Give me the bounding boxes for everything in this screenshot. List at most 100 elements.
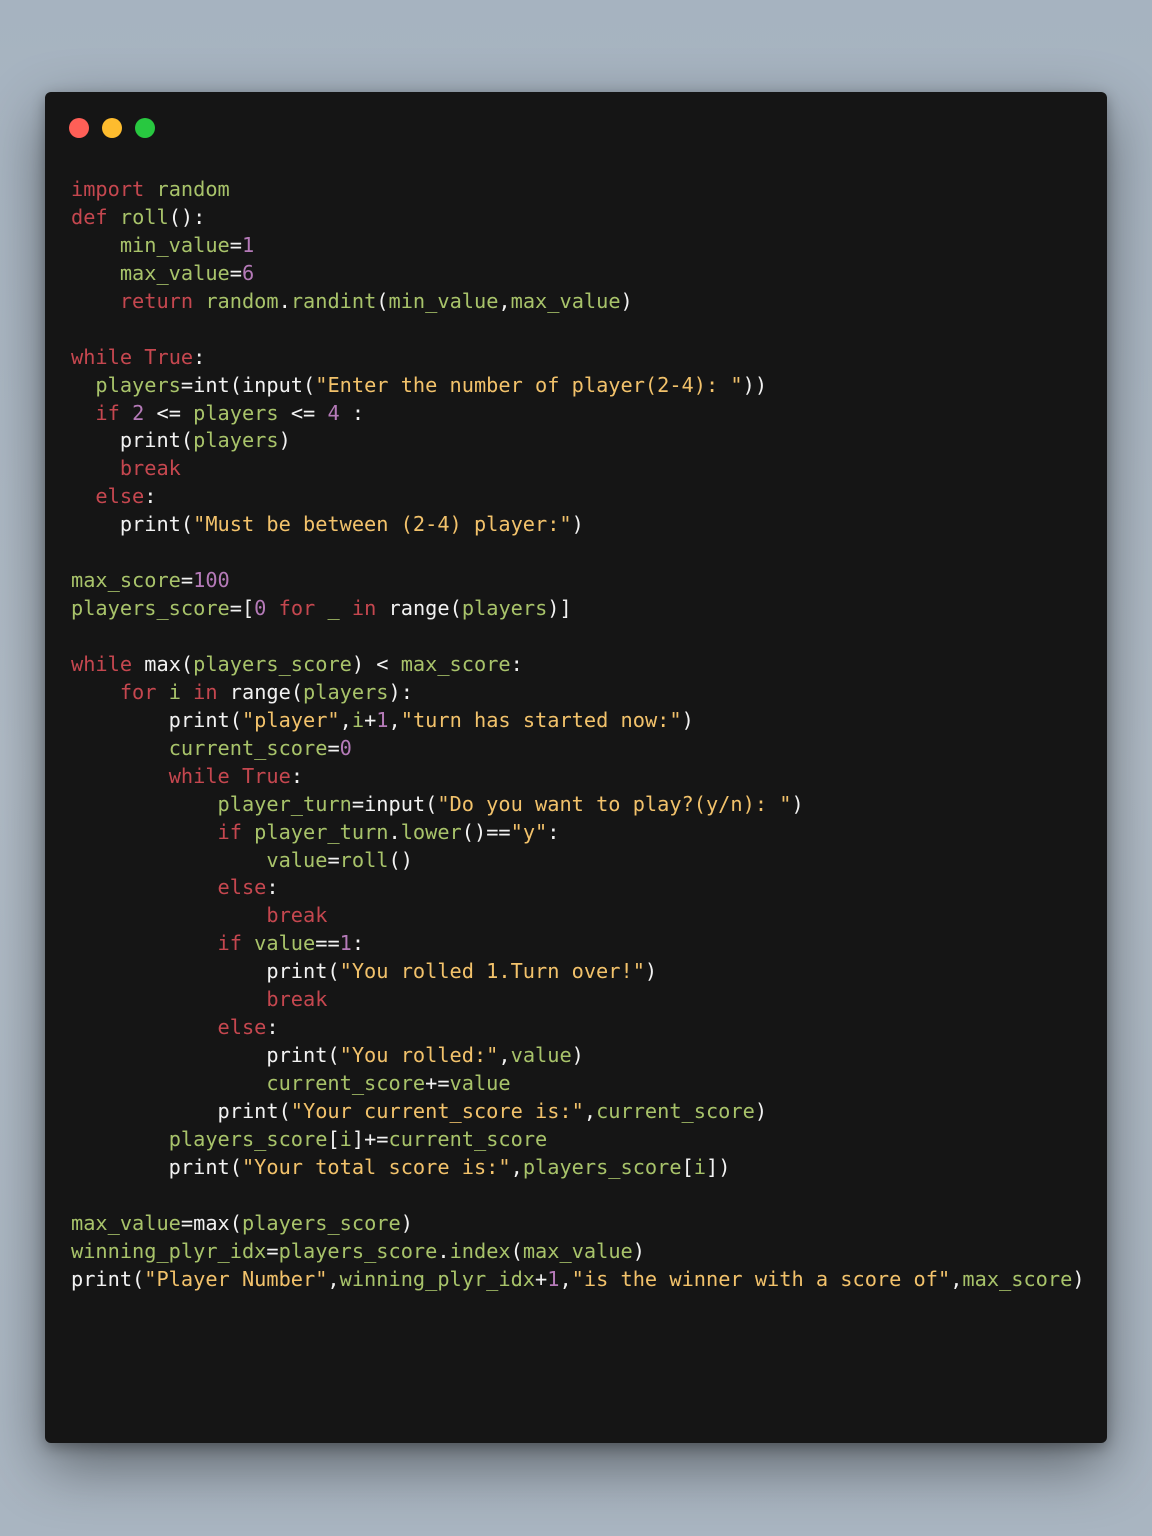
code-token: "Must be between (2-4) player:" [193, 512, 572, 537]
code-token: 1 [547, 1266, 560, 1291]
code-token: _ [327, 596, 340, 621]
code-token: : [266, 1015, 279, 1040]
code-token: random [156, 177, 230, 201]
code-token: players [193, 428, 279, 453]
code-token: i [693, 1154, 706, 1179]
code-token: = [229, 232, 242, 257]
code-token: = [327, 847, 340, 872]
code-line: print(players) [71, 427, 1085, 455]
code-line: else: [71, 1014, 1085, 1042]
code-token: <= [278, 400, 328, 425]
code-token: max_score [962, 1266, 1073, 1291]
code-token: max_value [119, 260, 230, 285]
code-line: max_value=6 [71, 260, 1085, 288]
code-line: current_score=0 [71, 735, 1085, 763]
code-token: : [266, 875, 279, 900]
code-token: print( [71, 1043, 340, 1068]
code-token: "Player Number" [144, 1266, 328, 1291]
code-token: 4 [327, 400, 340, 425]
code-token: = [180, 568, 194, 593]
code-line: print("You rolled 1.Turn over!") [71, 958, 1085, 986]
code-token: , [498, 288, 511, 313]
code-token: "Your total score is:" [241, 1154, 511, 1179]
code-token: : [547, 819, 560, 844]
code-block: import random def roll(): min_value=1 max… [71, 176, 1085, 1294]
code-token: max_score [400, 651, 511, 676]
code-token: ()== [461, 819, 511, 844]
code-token: max_score [71, 568, 181, 593]
code-token: lower [400, 819, 462, 844]
code-token: = [229, 260, 242, 285]
code-token: : [290, 763, 304, 788]
code-token: in [351, 596, 377, 621]
code-token: player_turn [217, 791, 352, 816]
close-button[interactable] [69, 118, 89, 138]
minimize-button[interactable] [102, 118, 122, 138]
code-token: def [71, 204, 108, 229]
code-token: , [327, 1266, 340, 1291]
code-line: break [71, 455, 1085, 483]
code-line: print("Player Number",winning_plyr_idx+1… [71, 1266, 1085, 1294]
code-token: ) [644, 959, 658, 984]
code-token: index [449, 1238, 511, 1263]
code-token: current_score [266, 1071, 426, 1095]
code-token: = [327, 735, 340, 760]
code-line: max_score=100 [71, 567, 1085, 595]
code-token: ) [400, 1210, 413, 1235]
code-line: while True: [71, 344, 1085, 372]
code-token: current_score [596, 1098, 755, 1123]
code-token: value [449, 1071, 511, 1095]
code-token: += [425, 1071, 450, 1095]
code-token: in [193, 679, 218, 704]
code-token: <= [144, 400, 194, 425]
code-token: max_value [522, 1238, 633, 1263]
code-token: 0 [339, 735, 352, 760]
code-token: , [950, 1266, 963, 1291]
code-token: , [388, 707, 401, 732]
code-token: value [510, 1043, 572, 1068]
code-line: value=roll() [71, 847, 1085, 875]
code-line: while True: [71, 763, 1085, 791]
code-token: players_score [522, 1154, 682, 1179]
maximize-button[interactable] [135, 118, 155, 138]
code-line: winning_plyr_idx=players_score.index(max… [71, 1238, 1085, 1266]
code-token: . [388, 819, 401, 844]
code-line: current_score+=value [71, 1070, 1085, 1098]
code-token: =input( [351, 791, 438, 816]
code-token: print( [71, 1266, 145, 1291]
code-token: : [144, 484, 157, 509]
code-token: . [437, 1238, 450, 1263]
code-token: 1 [241, 232, 255, 257]
code-token: ]) [706, 1154, 731, 1179]
code-token: ) [754, 1098, 768, 1123]
code-token: "player" [241, 707, 340, 732]
code-token: ) < [351, 651, 401, 676]
code-token: =[ [229, 596, 255, 621]
code-token: roll [339, 847, 389, 872]
code-token: else [217, 875, 267, 900]
code-window: import random def roll(): min_value=1 max… [45, 92, 1107, 1443]
code-token: players_score [71, 596, 230, 621]
code-token: [ [327, 1126, 340, 1151]
code-token: randint [290, 288, 377, 313]
code-token: ) [791, 791, 804, 816]
code-token: . [278, 288, 291, 313]
code-token: ) [632, 1238, 645, 1263]
code-token: ( [510, 1238, 523, 1263]
code-token: if [217, 931, 242, 956]
